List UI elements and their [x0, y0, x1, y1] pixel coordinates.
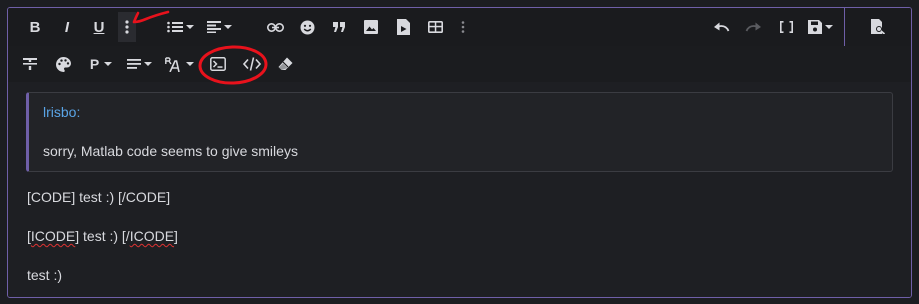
chevron-down-icon	[185, 62, 194, 66]
align-button[interactable]	[203, 12, 235, 42]
strikethrough-button[interactable]	[18, 49, 42, 79]
eraser-icon	[278, 57, 292, 70]
toolbar-primary: B I U	[8, 8, 911, 47]
preview-icon	[871, 19, 885, 34]
list-icon	[166, 21, 183, 33]
code-block-button[interactable]	[206, 49, 230, 79]
eraser-button[interactable]	[273, 49, 297, 79]
quote-icon	[332, 22, 345, 32]
table-button[interactable]	[423, 12, 447, 42]
redo-button[interactable]	[741, 12, 765, 42]
editor-content[interactable]: lrisbo: sorry, Matlab code seems to give…	[8, 82, 911, 297]
chevron-down-icon	[143, 62, 152, 66]
italic-label: I	[64, 18, 70, 36]
rich-text-editor: B I U P lrisbo: sorry, Matlab code seems…	[7, 7, 912, 298]
list-button[interactable]	[164, 12, 196, 42]
paragraph-format-button[interactable]: P	[86, 49, 116, 79]
drafts-button[interactable]	[805, 12, 835, 42]
image-icon	[364, 20, 378, 34]
chevron-down-icon	[824, 25, 833, 29]
misspelled-word: ICODE	[30, 228, 76, 244]
media-button[interactable]	[391, 12, 415, 42]
code-block-icon	[210, 57, 226, 71]
preview-button[interactable]	[844, 8, 911, 47]
chevron-down-icon	[223, 25, 232, 29]
image-button[interactable]	[359, 12, 383, 42]
font-style-icon	[164, 56, 180, 72]
toolbar-secondary: P	[8, 46, 911, 82]
inline-code-icon	[243, 57, 261, 71]
smiley-button[interactable]	[295, 12, 319, 42]
table-icon	[427, 21, 443, 33]
undo-icon	[714, 22, 730, 32]
drafts-icon	[807, 20, 822, 34]
bold-button[interactable]: B	[23, 12, 47, 42]
strikethrough-icon	[23, 58, 37, 70]
link-icon	[266, 22, 284, 32]
italic-button[interactable]: I	[55, 12, 79, 42]
paragraph-code: [CODE] test :) [/CODE]	[27, 189, 171, 205]
quote-block: lrisbo: sorry, Matlab code seems to give…	[26, 92, 893, 172]
font-style-button[interactable]	[162, 49, 196, 79]
redo-icon	[745, 22, 761, 32]
paragraph-test: test :)	[27, 267, 63, 283]
more-insert-button[interactable]	[456, 12, 470, 42]
line-spacing-button[interactable]	[123, 49, 155, 79]
line-spacing-icon	[126, 59, 141, 69]
quote-text: sorry, Matlab code seems to give smileys	[43, 143, 298, 159]
color-palette-icon	[55, 56, 71, 72]
misspelled-word: ICODE	[129, 228, 175, 244]
more-insert-icon	[461, 21, 465, 33]
chevron-down-icon	[185, 25, 194, 29]
paragraph-icode: [ICODE] test :) [/ICODE]	[27, 228, 178, 244]
media-icon	[396, 19, 410, 35]
quote-button[interactable]	[327, 12, 351, 42]
align-icon	[206, 21, 221, 33]
inline-code-button[interactable]	[240, 49, 264, 79]
chevron-down-icon	[104, 62, 113, 66]
more-text-icon	[125, 20, 129, 34]
text-fragment: ] test :) [/	[75, 228, 130, 244]
color-palette-button[interactable]	[51, 49, 75, 79]
undo-button[interactable]	[710, 12, 734, 42]
bold-label: B	[29, 18, 41, 36]
smiley-icon	[300, 20, 314, 34]
link-button[interactable]	[263, 12, 287, 42]
underline-label: U	[93, 18, 105, 36]
underline-button[interactable]: U	[87, 12, 111, 42]
quote-author[interactable]: lrisbo:	[43, 104, 80, 120]
paragraph-format-label: P	[89, 56, 100, 72]
text-fragment: ]	[174, 228, 178, 244]
toggle-bbcode-icon	[779, 21, 793, 33]
toggle-bbcode-button[interactable]	[774, 12, 798, 42]
more-text-button[interactable]	[118, 12, 136, 42]
